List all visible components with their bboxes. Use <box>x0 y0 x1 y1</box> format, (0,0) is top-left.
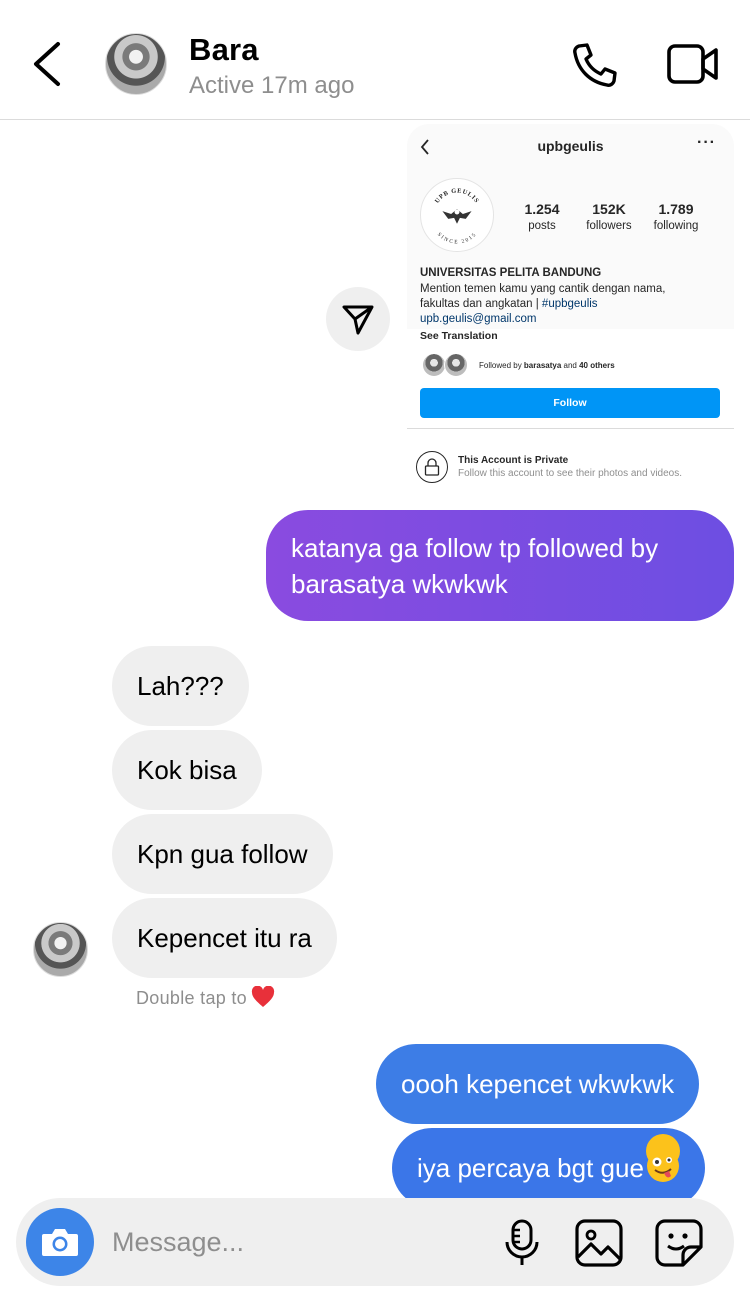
video-call-icon[interactable] <box>666 42 720 86</box>
svg-text:UPB GEULIS: UPB GEULIS <box>434 187 481 204</box>
double-tap-text: Double tap to <box>136 988 247 1008</box>
profile-email: upb.geulis@gmail.com <box>420 313 537 325</box>
lock-icon <box>416 451 448 483</box>
stat-followers: 152K followers <box>574 201 644 232</box>
follow-button: Follow <box>420 388 720 418</box>
stat-following: 1.789 following <box>641 201 711 232</box>
message-bubble-outgoing[interactable]: oooh kepencet wkwkwk <box>376 1044 700 1124</box>
back-icon[interactable] <box>28 38 68 90</box>
posts-count: 1.254 <box>524 201 560 217</box>
followers-label: followers <box>586 220 632 232</box>
following-count: 1.789 <box>658 201 694 217</box>
message-input[interactable] <box>112 1222 472 1262</box>
svg-text:SINCE 2015: SINCE 2015 <box>436 232 478 246</box>
microphone-icon[interactable] <box>502 1218 542 1268</box>
followed-mid: and <box>561 361 580 370</box>
upb-geulis-logo: UPB GEULIS SINCE 2015 <box>420 178 494 252</box>
bio-hashtag: #upbgeulis <box>541 298 598 310</box>
phone-icon[interactable] <box>570 40 620 90</box>
profile-username: upbgeulis <box>537 138 604 154</box>
shared-profile-card[interactable]: upbgeulis ··· UPB GEULIS SINCE 2015 1.25… <box>407 124 734 487</box>
sender-avatar[interactable] <box>33 922 88 977</box>
message-bubble-outgoing[interactable]: katanya ga follow tp followed by barasat… <box>266 510 734 621</box>
more-options-icon: ··· <box>697 134 716 151</box>
divider <box>407 428 734 429</box>
followed-by-text: Followed by barasatya and 40 others <box>479 361 615 370</box>
gallery-icon[interactable] <box>574 1218 624 1268</box>
send-icon <box>342 305 374 335</box>
followers-count: 152K <box>592 201 626 217</box>
zany-face-emoji-icon <box>645 1134 680 1182</box>
contact-avatar[interactable] <box>105 33 167 95</box>
message-composer <box>16 1198 734 1286</box>
profile-full-name: UNIVERSITAS PELITA BANDUNG <box>420 267 602 279</box>
share-button[interactable] <box>326 287 390 351</box>
following-label: following <box>653 220 699 232</box>
bio-text: fakultas dan angkatan | <box>420 298 542 310</box>
double-tap-hint: Double tap to <box>136 986 275 1009</box>
message-bubble-incoming[interactable]: Kok bisa <box>112 730 262 810</box>
contact-name[interactable]: Bara <box>189 32 259 68</box>
camera-button[interactable] <box>26 1208 94 1276</box>
private-title: This Account is Private <box>458 455 569 466</box>
camera-icon <box>42 1229 78 1256</box>
message-bubble-incoming[interactable]: Kpn gua follow <box>112 814 333 894</box>
followed-prefix: Followed by <box>479 361 524 370</box>
follower-avatar <box>422 353 446 377</box>
followed-user: barasatya <box>523 361 562 370</box>
private-subtitle: Follow this account to see their photos … <box>458 468 683 479</box>
message-bubble-outgoing[interactable]: iya percaya bgt gue <box>392 1128 705 1208</box>
logo-text-top: UPB GEULIS <box>434 187 480 204</box>
message-bubble-incoming[interactable]: Lah??? <box>112 646 249 726</box>
posts-label: posts <box>528 220 556 232</box>
bio-line-1: Mention temen kamu yang cantik dengan na… <box>420 283 666 295</box>
see-translation: See Translation <box>420 330 498 342</box>
bio-line-2: fakultas dan angkatan | #upbgeulis <box>420 297 720 312</box>
logo-text-bottom: SINCE 2015 <box>436 232 477 246</box>
message-text: iya percaya bgt gue <box>417 1153 644 1183</box>
follower-avatar <box>444 353 468 377</box>
stat-posts: 1.254 posts <box>507 201 577 232</box>
heart-icon <box>251 986 275 1007</box>
followed-others: 40 others <box>579 361 615 370</box>
message-bubble-incoming[interactable]: Kepencet itu ra <box>112 898 337 978</box>
chat-header: Bara Active 17m ago <box>0 0 750 120</box>
profile-bio: Mention temen kamu yang cantik dengan na… <box>420 282 720 312</box>
contact-status: Active 17m ago <box>189 72 355 99</box>
sticker-icon[interactable] <box>654 1218 704 1268</box>
